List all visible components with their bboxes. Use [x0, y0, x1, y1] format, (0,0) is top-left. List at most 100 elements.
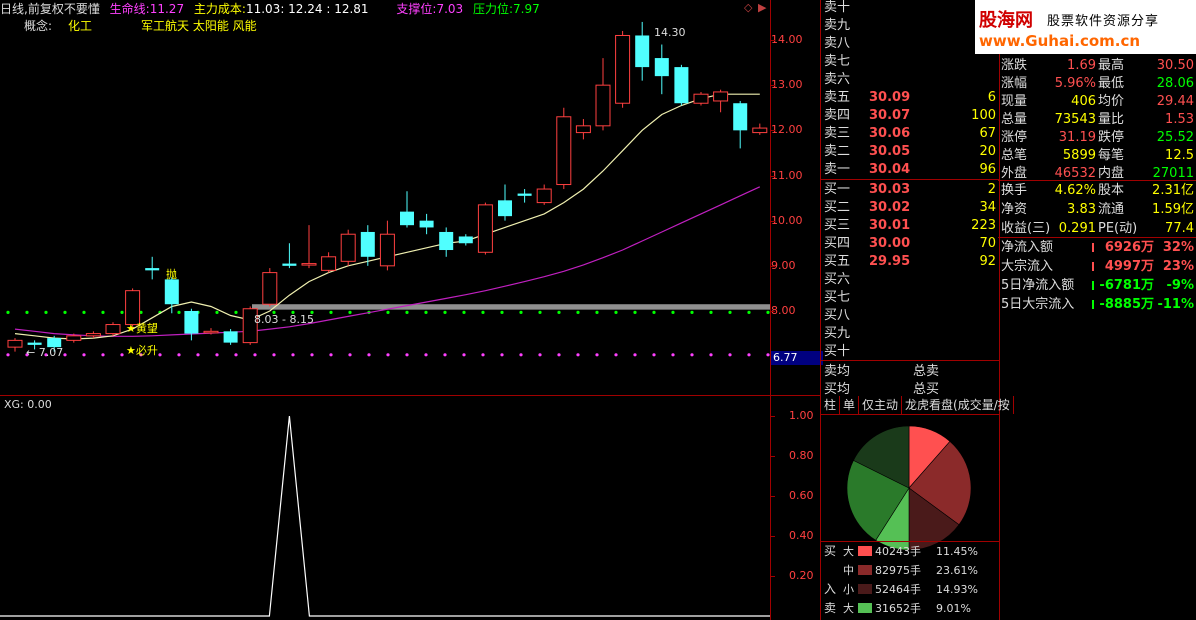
order-book-buy-row: 买四 30.00 70	[821, 234, 999, 253]
pie-tab[interactable]: 柱	[821, 396, 841, 414]
candle	[223, 329, 238, 345]
support-dot	[709, 353, 713, 357]
price-tick-mark	[771, 221, 775, 222]
support-dot	[671, 353, 675, 357]
flow-label: 大宗流入	[1001, 259, 1054, 274]
stat-value: 1.69	[1067, 58, 1096, 73]
pie-tabs: 柱单仅主动 龙虎看盘(成交量/按	[821, 396, 1014, 415]
order-book: 卖十 卖九 卖八 卖七 卖六 卖五 30.09 6 卖四 30.07 100 卖三 30.06 67 卖二 3…	[820, 0, 1000, 397]
legend-size: 大	[843, 545, 854, 558]
stat-value: 4.62%	[1054, 183, 1096, 198]
candle-body	[105, 324, 121, 335]
candle-body	[674, 67, 689, 104]
stat-label: 涨跌	[1001, 58, 1028, 73]
order-level-label: 卖二	[824, 144, 851, 159]
support-dot	[6, 353, 10, 357]
candle-body	[477, 204, 493, 253]
stat-label: PE(动)	[1098, 221, 1138, 236]
low-marker: 7.07	[38, 346, 64, 359]
order-price: 30.01	[869, 218, 911, 233]
candle-body	[379, 233, 395, 267]
price-tick-mark	[771, 130, 775, 131]
flow-tick	[1092, 300, 1094, 309]
stat-label: 股本	[1098, 183, 1125, 198]
stat-value: 1.59亿	[1152, 202, 1194, 217]
kline-chart[interactable]	[0, 0, 770, 396]
pie-tab[interactable]: 龙虎看盘(成交量/按	[902, 396, 1014, 414]
legend-swatch	[858, 565, 872, 575]
main-cost-extra: : 12.24 : 12.81	[280, 2, 369, 16]
sub-chart[interactable]	[0, 396, 770, 620]
order-price: 30.06	[869, 126, 911, 141]
price-axis: 14.00 13.00 12.00 11.00 10.00 9.00 8.00 6.77	[770, 0, 823, 396]
support-label: 支撑位:	[396, 2, 437, 16]
main-cost-value: 11.03	[245, 2, 281, 16]
pressure-dot	[538, 310, 542, 314]
candle-body	[400, 211, 414, 226]
candle-body	[752, 127, 768, 134]
total-sell-label: 总卖	[913, 364, 940, 379]
stats-panel: 涨跌 1.69 最高 30.50 涨幅 5.96% 最低 28.06 现量 406 均价 29.44 总…	[998, 54, 1196, 396]
candle	[517, 189, 532, 203]
stat-label: 量比	[1098, 112, 1125, 127]
flow-row: 大宗流入 4997万 23%	[998, 257, 1196, 276]
stat-label: 最高	[1098, 58, 1125, 73]
candle	[615, 30, 631, 108]
pie-tab[interactable]: 单	[840, 396, 860, 414]
logo-url: www.Guhai.com.cn	[979, 32, 1141, 50]
pressure-dot	[519, 310, 523, 314]
pressure-dot	[348, 310, 352, 314]
candle	[105, 322, 121, 336]
candle	[419, 213, 434, 235]
candle	[379, 220, 395, 271]
candle-body	[556, 116, 572, 186]
support-dot	[690, 353, 694, 357]
candle-body	[66, 335, 82, 341]
order-price: 29.95	[869, 254, 911, 269]
support-dot	[538, 353, 542, 357]
pressure-dot	[443, 310, 447, 314]
support-dot	[348, 353, 352, 357]
candle	[164, 277, 179, 314]
price-tick-label: 13.00	[771, 78, 803, 91]
support-dot	[500, 353, 504, 357]
order-volume: 2	[987, 182, 996, 197]
legend-swatch	[858, 546, 872, 556]
order-level-label: 买六	[824, 272, 851, 287]
legend-pct: 14.93%	[936, 583, 978, 596]
candle	[477, 202, 493, 255]
legend-value: 82975手	[875, 564, 921, 577]
candle-body	[419, 220, 434, 228]
sub-tick-label: 0.80	[789, 449, 814, 462]
stat-label: 净资	[1001, 202, 1028, 217]
sub-tick-label: 0.20	[789, 569, 814, 582]
flow-tick	[1092, 262, 1094, 271]
stat-label: 总笔	[1001, 148, 1028, 163]
candle-body	[340, 233, 356, 262]
candle	[301, 225, 317, 269]
candle-body	[536, 188, 552, 204]
pressure-dot	[709, 310, 713, 314]
arrow-right-icon[interactable]: ▶	[758, 1, 766, 14]
order-level-label: 卖九	[824, 18, 851, 33]
pressure-dot	[690, 310, 694, 314]
stat-label: 每笔	[1098, 148, 1125, 163]
order-level-label: 买五	[824, 254, 851, 269]
concept-label: 概念:	[24, 19, 53, 33]
pie-tab[interactable]: 仅主动	[859, 396, 903, 414]
legend-pct: 9.01%	[936, 602, 971, 615]
candle	[458, 234, 473, 246]
support-dot	[367, 353, 371, 357]
diamond-icon[interactable]: ◇	[744, 1, 752, 14]
order-book-buy-row: 买一 30.03 2	[821, 180, 999, 199]
stat-value: 2.31亿	[1152, 183, 1194, 198]
flow-tick	[1092, 281, 1094, 290]
flow-row: 5日净流入额 -6781万 -9%	[998, 276, 1196, 295]
high-marker: 14.30	[654, 26, 686, 39]
support-dot	[63, 353, 67, 357]
support-dot	[728, 353, 732, 357]
stat-row: 涨停 31.19 跌停 25.52	[998, 128, 1196, 147]
stat-value: 73543	[1054, 112, 1096, 127]
stat-row: 涨跌 1.69 最高 30.50	[998, 56, 1196, 75]
pressure-label: 压力位:	[472, 2, 514, 16]
